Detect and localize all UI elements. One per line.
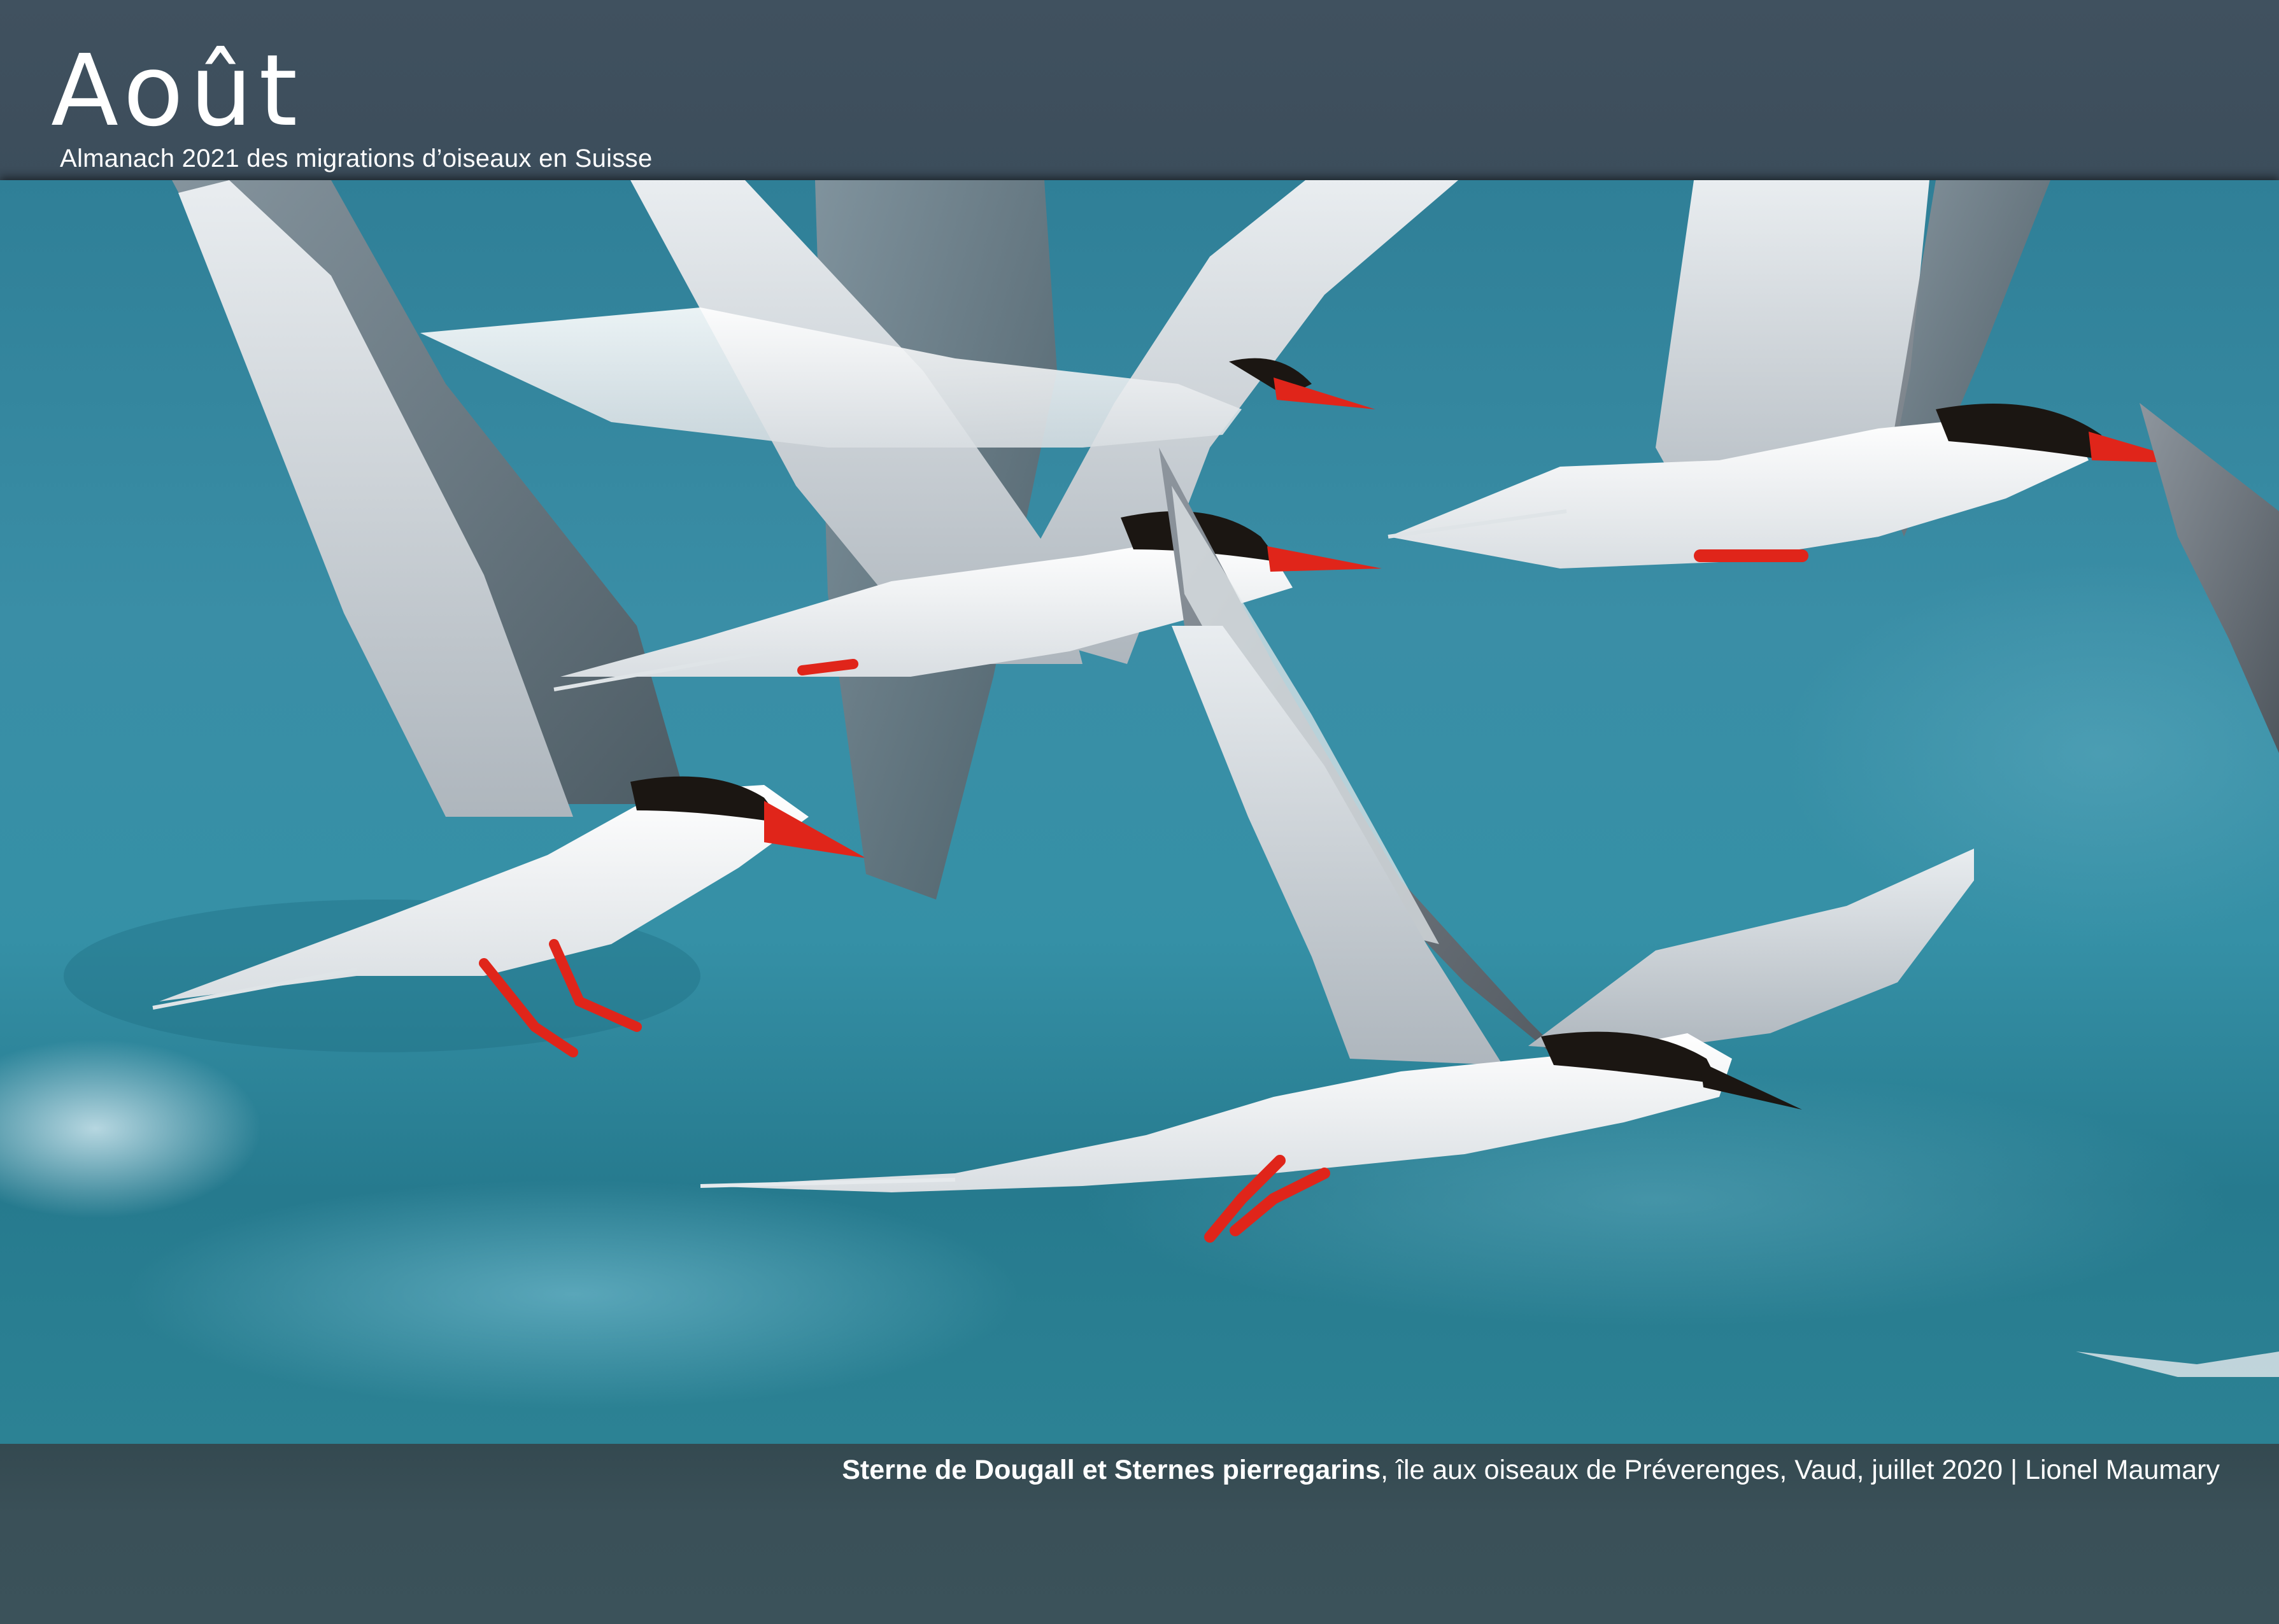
caption-species: Sterne de Dougall et Sternes pierregarin… — [842, 1455, 1381, 1485]
photo-illustration — [0, 180, 2279, 1444]
caption-details: , île aux oiseaux de Préverenges, Vaud, … — [1381, 1455, 2220, 1485]
photo-caption: Sterne de Dougall et Sternes pierregarin… — [842, 1454, 2220, 1486]
tern-photo — [0, 180, 2279, 1444]
header-band: Août Almanach 2021 des migrations d’oise… — [0, 0, 2279, 180]
month-title: Août — [51, 33, 304, 148]
calendar-page: Août Almanach 2021 des migrations d’oise… — [0, 0, 2279, 1624]
almanac-subtitle: Almanach 2021 des migrations d’oiseaux e… — [60, 145, 653, 173]
